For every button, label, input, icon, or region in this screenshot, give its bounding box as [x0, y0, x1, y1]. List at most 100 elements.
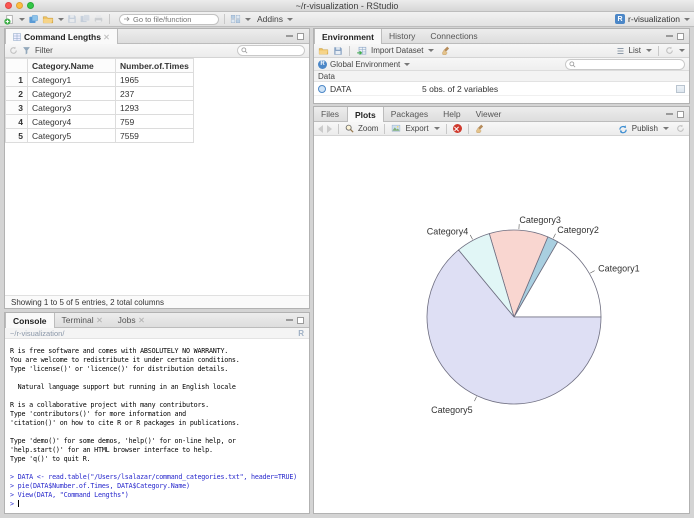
list-view-caret-icon[interactable]	[646, 49, 652, 52]
panes-caret-icon[interactable]	[245, 17, 251, 21]
filter-button[interactable]: Filter	[35, 46, 53, 55]
refresh-caret-icon[interactable]	[679, 49, 685, 52]
addins-caret-icon[interactable]	[287, 17, 293, 21]
maximize-pane-icon[interactable]	[677, 110, 684, 118]
maximize-pane-icon[interactable]	[297, 32, 304, 40]
table-row[interactable]: 1 Category1 1965	[5, 72, 194, 87]
save-workspace-icon[interactable]	[333, 46, 343, 56]
pie-label: Category5	[431, 405, 473, 415]
refresh-environment-icon[interactable]	[665, 46, 674, 55]
list-view-button[interactable]: List	[629, 46, 641, 55]
maximize-pane-icon[interactable]	[677, 32, 684, 40]
data-viewer-search-input[interactable]	[250, 46, 301, 55]
new-file-caret-icon[interactable]	[19, 17, 25, 21]
table-row[interactable]: 4 Category4 759	[5, 114, 194, 129]
console-output-line: Type 'demo()' for some demos, 'help()' f…	[10, 437, 236, 445]
object-summary: 5 obs. of 2 variables	[422, 83, 499, 94]
object-name[interactable]: DATA	[330, 84, 351, 94]
pie-label-tick	[553, 233, 556, 239]
panes-layout-icon[interactable]	[230, 14, 241, 24]
tab-console[interactable]: Console	[5, 313, 55, 328]
tab-environment[interactable]: Environment	[314, 29, 382, 44]
view-object-grid-icon[interactable]	[676, 84, 685, 93]
pane-window-buttons	[286, 29, 309, 43]
corner-header[interactable]	[5, 58, 28, 73]
console-body[interactable]: Platform: x86_64-apple-darwin13.6.0 (64-…	[5, 340, 309, 513]
environment-search-input[interactable]	[578, 59, 681, 69]
table-cell: 2	[5, 86, 28, 101]
plot-canvas[interactable]: Category1 Category2 Category3 Category4 Cate…	[314, 137, 689, 513]
tab-help[interactable]: Help	[436, 107, 468, 121]
tab-history[interactable]: History	[382, 29, 423, 43]
console-prompt[interactable]: >	[10, 500, 307, 509]
publish-caret-icon[interactable]	[663, 127, 669, 130]
table-header-row: Category.Name Number.of.Times	[5, 58, 194, 73]
minimize-pane-icon[interactable]	[286, 35, 293, 37]
load-workspace-icon[interactable]	[318, 46, 329, 56]
goto-file-input[interactable]	[133, 14, 213, 24]
tab-jobs[interactable]: Jobs	[111, 313, 153, 327]
pane-window-buttons	[666, 29, 689, 43]
column-header-category-name[interactable]: Category.Name	[27, 58, 116, 73]
tab-packages[interactable]: Packages	[384, 107, 436, 121]
table-cell: Category3	[27, 100, 116, 115]
tab-terminal[interactable]: Terminal	[55, 313, 111, 327]
table-row[interactable]: 2 Category2 237	[5, 86, 194, 101]
minimize-pane-icon[interactable]	[666, 35, 673, 37]
tab-viewer[interactable]: Viewer	[469, 107, 510, 121]
data-viewer-pane: Command Lengths Filter Category.Name Num…	[4, 28, 310, 309]
global-environment-selector[interactable]: Global Environment	[330, 60, 400, 69]
open-file-caret-icon[interactable]	[58, 17, 64, 21]
import-dataset-button[interactable]: Import Dataset	[371, 46, 423, 55]
remove-plot-icon[interactable]	[452, 124, 462, 133]
project-menu-button[interactable]: R r-visualization	[615, 14, 690, 24]
column-header-number-of-times[interactable]: Number.of.Times	[115, 58, 194, 73]
minimize-pane-icon[interactable]	[286, 319, 293, 321]
clear-objects-broom-icon[interactable]	[441, 46, 451, 56]
working-directory-path[interactable]: ~/r-visualization/	[10, 329, 64, 338]
tab-connections[interactable]: Connections	[423, 29, 485, 43]
table-cell: 237	[115, 86, 194, 101]
search-icon	[241, 47, 248, 54]
close-tab-icon[interactable]	[139, 317, 145, 323]
console-input-line: > View(DATA, "Command Lengths")	[10, 491, 129, 499]
table-row[interactable]: 5 Category5 7559	[5, 128, 194, 143]
import-dataset-caret-icon[interactable]	[428, 49, 435, 52]
clear-plots-broom-icon[interactable]	[475, 124, 485, 134]
tab-files[interactable]: Files	[314, 107, 347, 121]
tab-label: Console	[13, 315, 47, 326]
console-output-line: R is free software and comes with ABSOLU…	[10, 347, 229, 355]
tab-command-lengths[interactable]: Command Lengths	[5, 29, 118, 44]
console-output[interactable]: Platform: x86_64-apple-darwin13.6.0 (64-…	[10, 340, 307, 509]
pie-label: Category1	[598, 264, 640, 274]
publish-button[interactable]: Publish	[632, 124, 658, 133]
zoom-plot-button[interactable]: Zoom	[358, 124, 378, 133]
plots-pane: Files Plots Packages Help Viewer Zoom Ex…	[313, 106, 690, 514]
addins-button[interactable]: Addins	[257, 14, 283, 24]
search-icon	[569, 60, 576, 68]
r-logo: R	[298, 328, 304, 338]
toolbar-separator	[384, 123, 386, 134]
table-status-text: Showing 1 to 5 of 5 entries, 2 total col…	[5, 295, 309, 308]
close-tab-icon[interactable]	[97, 317, 103, 323]
environment-object-row[interactable]: DATA 5 obs. of 2 variables	[314, 82, 689, 96]
export-plot-button[interactable]: Export	[405, 124, 428, 133]
scope-caret-icon[interactable]	[404, 62, 411, 66]
export-caret-icon[interactable]	[433, 127, 440, 130]
console-output-line: 'help.start()' for an HTML browser inter…	[10, 446, 213, 454]
close-tab-icon[interactable]	[104, 34, 110, 40]
environment-section-header: Data	[314, 71, 689, 82]
tab-label: Jobs	[117, 315, 136, 325]
refresh-plot-icon[interactable]	[676, 124, 685, 133]
maximize-pane-icon[interactable]	[297, 316, 304, 324]
open-file-icon[interactable]	[42, 14, 54, 25]
minimize-pane-icon[interactable]	[666, 113, 673, 115]
filter-icon[interactable]	[22, 46, 31, 55]
list-view-icon	[616, 47, 625, 55]
toolbar-separator	[109, 14, 110, 24]
tab-plots[interactable]: Plots	[346, 107, 384, 122]
new-file-icon[interactable]	[4, 14, 15, 25]
project-name: r-visualization	[628, 14, 680, 24]
new-project-icon[interactable]	[28, 14, 39, 25]
table-row[interactable]: 3 Category3 1293	[5, 100, 194, 115]
